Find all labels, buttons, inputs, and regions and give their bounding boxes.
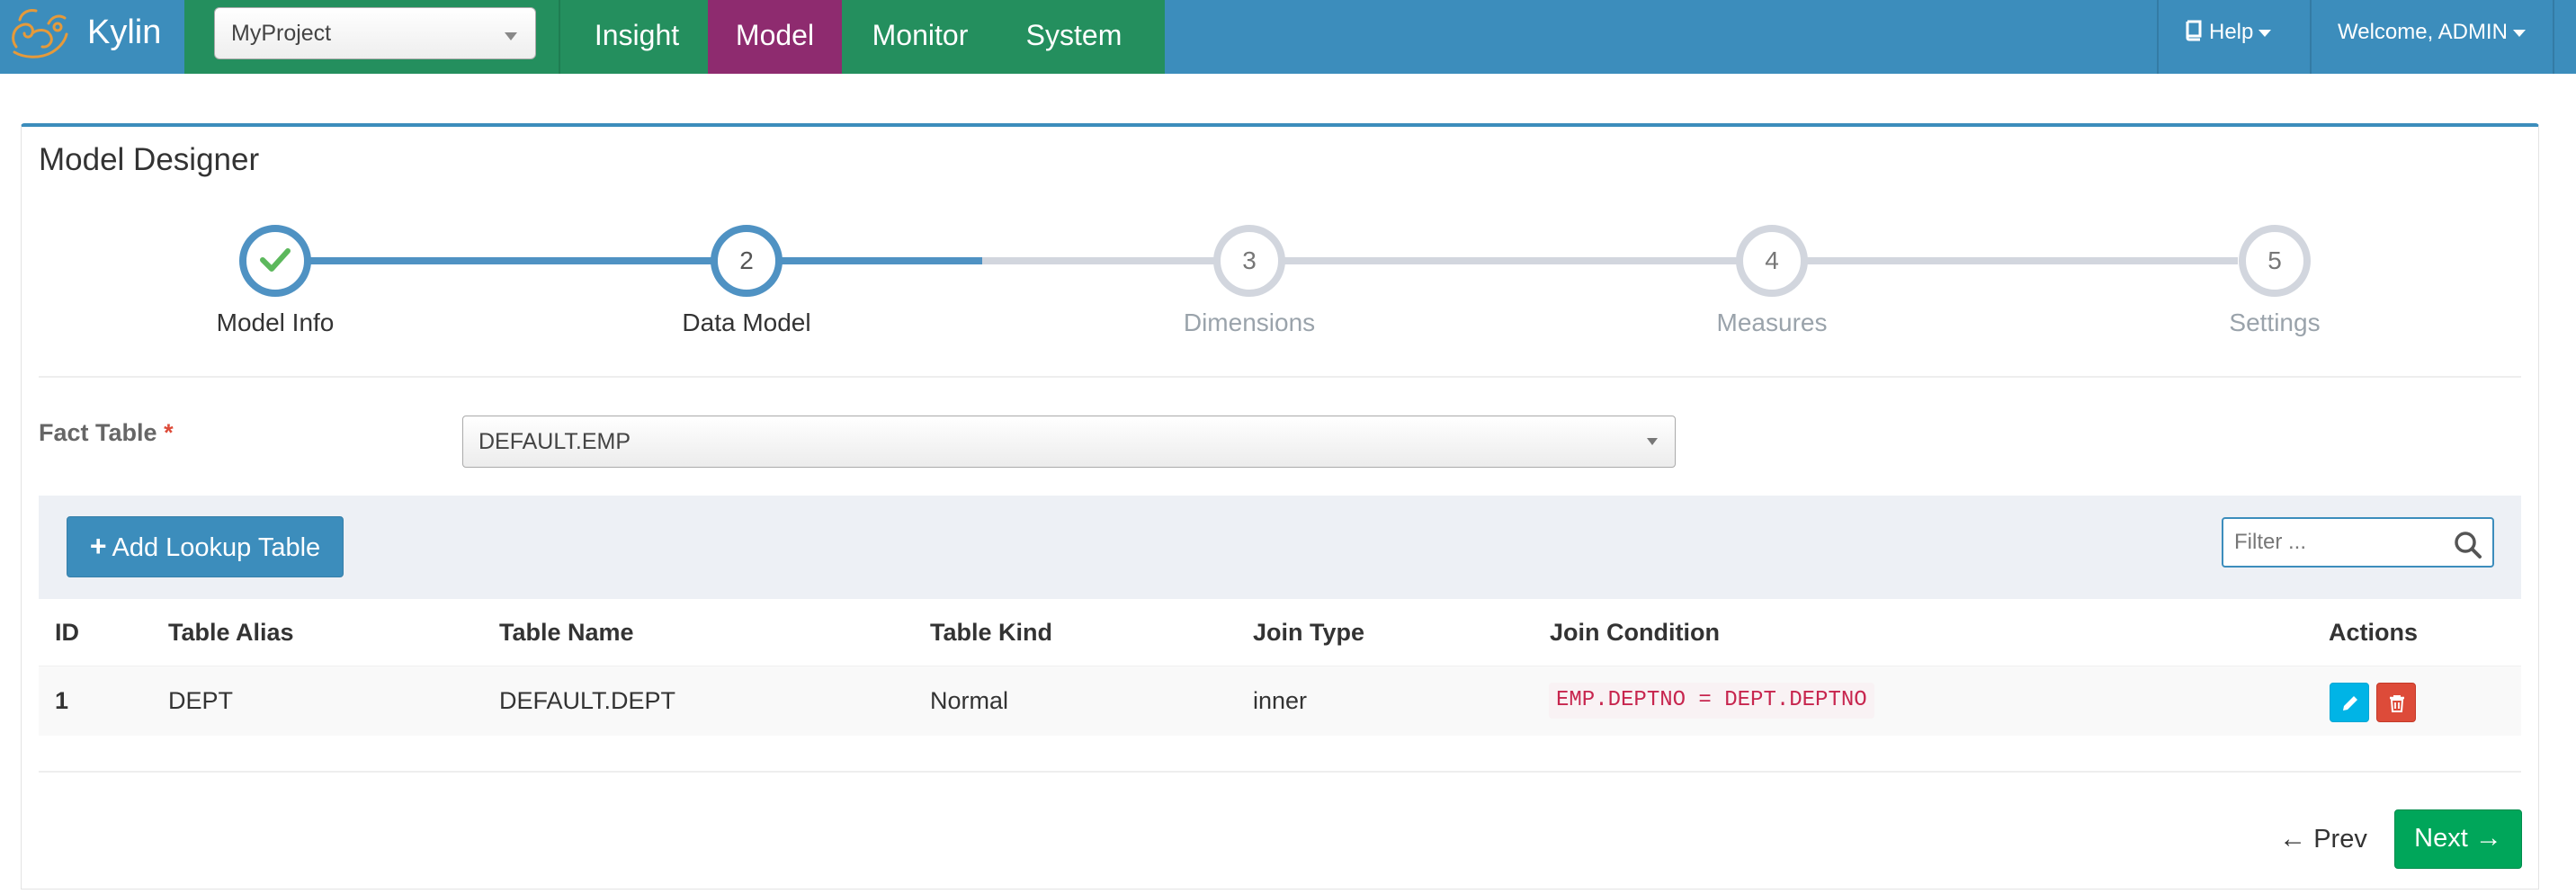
nav-divider [559,0,560,74]
cell-table-name: DEFAULT.DEPT [499,687,676,714]
wizard-step-label: Data Model [682,308,811,336]
nav-model[interactable]: Model [708,0,842,74]
wizard-step-number: 5 [2267,246,2282,274]
wizard-step-label: Model Info [216,308,335,336]
project-select[interactable]: MyProject [214,7,536,59]
chevron-down-icon [2258,29,2272,37]
nav-divider [2157,0,2159,74]
delete-lookup-button[interactable] [2376,683,2416,722]
required-mark: * [164,419,174,446]
column-header-join-type: Join Type [1253,619,1365,646]
kylin-logo-icon [12,9,68,58]
lookup-toolbar [39,496,2521,599]
help-label: Help [2209,20,2254,44]
wizard-track-pending [982,257,1247,264]
chevron-down-icon [505,32,517,40]
wizard-step-number: 2 [739,246,754,274]
book-icon [2186,20,2202,41]
prev-button[interactable]: ← Prev [2265,809,2382,869]
column-header-table-alias: Table Alias [168,619,294,646]
help-menu[interactable]: Help [2184,0,2272,74]
next-label: Next [2414,824,2468,853]
search-icon[interactable] [2453,530,2483,560]
column-header-id: ID [55,619,79,646]
chevron-down-icon [1647,438,1658,445]
page-title: Model Designer [39,142,260,177]
wizard-step-settings[interactable]: 5 [2239,225,2311,297]
wizard-step-label: Dimensions [1183,308,1316,336]
divider [39,771,2521,773]
add-lookup-table-label: Add Lookup Table [112,533,321,562]
user-menu[interactable]: Welcome, ADMIN [2338,0,2526,74]
prev-label: Prev [2313,825,2367,854]
fact-table-value: DEFAULT.EMP [479,429,631,454]
column-header-join-condition: Join Condition [1550,619,1720,646]
edit-lookup-button[interactable] [2330,683,2369,722]
column-header-actions: Actions [2329,619,2419,646]
cell-join-type: inner [1253,687,1308,714]
cell-table-alias: DEPT [168,687,234,714]
wizard-step-label: Measures [1716,308,1828,336]
wizard-step-label: Settings [2229,308,2321,336]
trash-icon [2390,695,2404,712]
wizard-track-pending [1786,257,2238,264]
cell-join-condition: EMP.DEPTNO = DEPT.DEPTNO [1549,683,1874,719]
fact-table-label: Fact Table * [39,419,174,447]
wizard-step-dimensions[interactable]: 3 [1213,225,1285,297]
add-lookup-table-button[interactable]: + Add Lookup Table [67,516,344,577]
column-header-table-kind: Table Kind [930,619,1053,646]
divider [39,376,2521,378]
filter-box [2222,517,2494,568]
pencil-icon [2343,696,2357,711]
fact-table-select[interactable]: DEFAULT.EMP [462,416,1676,468]
chevron-down-icon [2512,29,2526,37]
filter-input[interactable] [2234,528,2441,557]
arrow-right-icon: → [2474,823,2502,853]
nav-divider [2553,0,2554,74]
wizard-track-pending [1283,257,1751,264]
nav-monitor[interactable]: Monitor [842,0,998,74]
wizard-step-model-info[interactable] [239,225,311,297]
nav-insight[interactable]: Insight [566,0,708,74]
wizard-step-number: 4 [1765,246,1779,274]
plus-icon: + [89,530,107,562]
cell-table-kind: Normal [930,687,1009,714]
nav-divider [2310,0,2312,74]
project-select-value: MyProject [231,21,332,46]
next-button[interactable]: Next → [2394,809,2522,869]
check-icon [260,247,291,272]
brand-logo-link[interactable]: Kylin [0,0,184,74]
brand-name: Kylin [87,13,162,51]
wizard-step-measures[interactable]: 4 [1736,225,1808,297]
cell-id: 1 [55,687,69,714]
welcome-label: Welcome, ADMIN [2338,20,2508,44]
wizard-track-done [275,257,716,264]
column-header-table-name: Table Name [499,619,634,646]
wizard-step-number: 3 [1242,246,1257,274]
fact-table-label-text: Fact Table [39,419,157,446]
nav-system[interactable]: System [998,0,1149,74]
top-navbar: Kylin MyProject Insight Model Monitor Sy… [0,0,2576,74]
wizard-step-data-model[interactable]: 2 [711,225,783,297]
arrow-left-icon: ← [2279,824,2307,854]
